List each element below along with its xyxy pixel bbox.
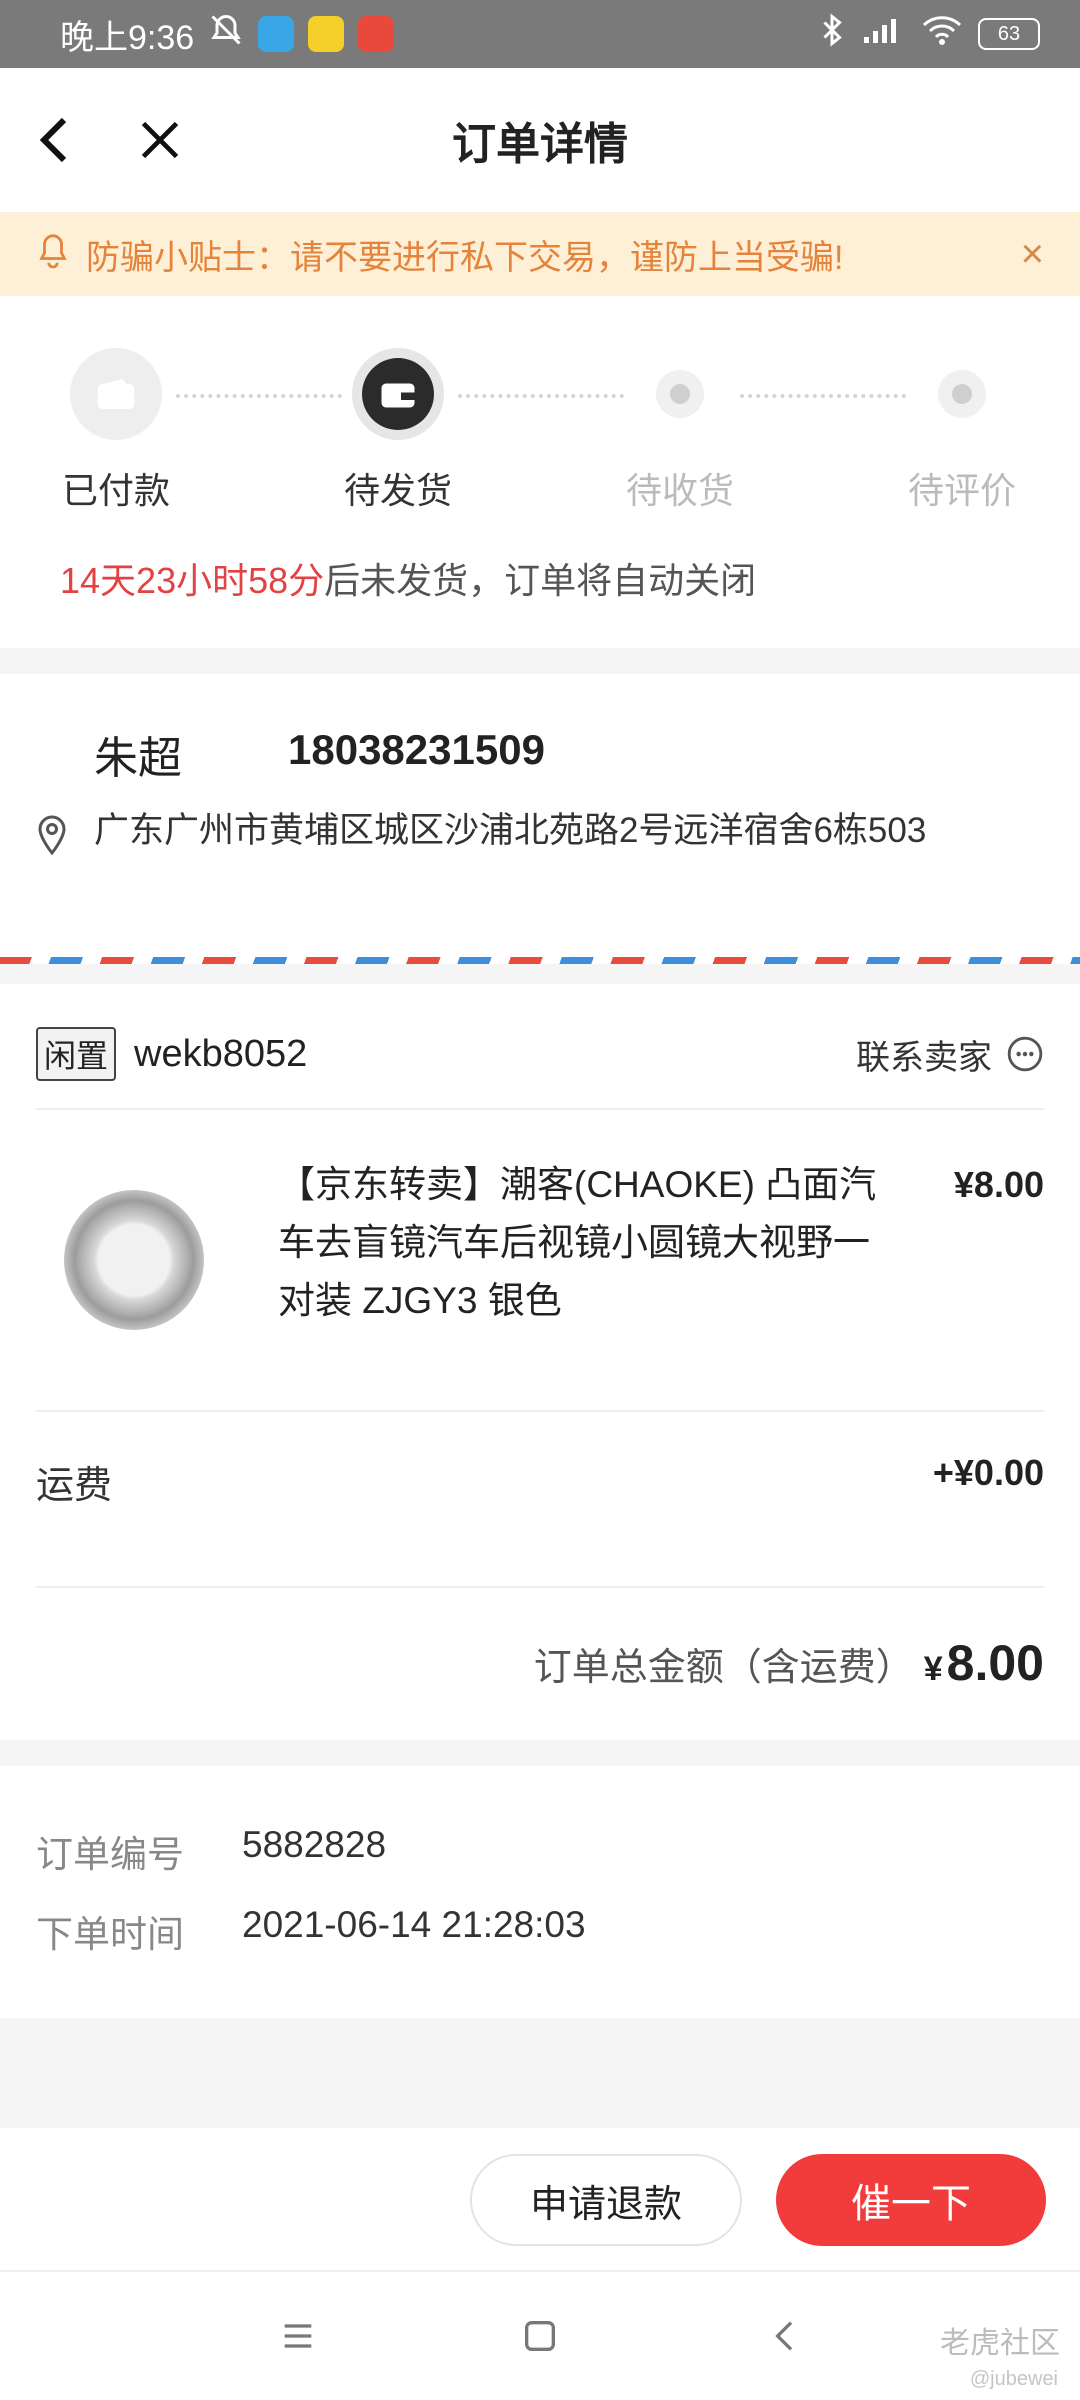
step-label: 待发货 [343,470,452,511]
step-paid: 已付款 [16,348,216,514]
divider [36,1108,1044,1110]
address-line: 广东广州市黄埔区城区沙浦北苑路2号远洋宿舍6栋503 [94,811,927,850]
menu-icon[interactable] [278,2316,318,2361]
notice-close-button[interactable]: × [1021,232,1044,277]
total-currency: ¥ [923,1650,943,1688]
step-label: 已付款 [61,470,170,511]
product-price: ¥8.00 [953,1164,1044,1205]
mute-icon [208,12,244,57]
chat-icon [1007,1036,1043,1072]
auto-close-countdown: 14天23小时58分后未发货，订单将自动关闭 [60,552,756,604]
wifi-icon [922,14,962,55]
countdown-text: 后未发货，订单将自动关闭 [324,560,757,601]
order-time-value: 2021-06-14 21:28:03 [242,1904,586,1945]
recipient-name: 朱超 [94,734,182,783]
battery-icon: 63 [978,18,1040,50]
seller-name[interactable]: wekb8052 [134,1033,307,1076]
order-time-label: 下单时间 [36,1914,184,1955]
countdown-time: 14天23小时58分 [60,560,325,601]
product-image[interactable] [64,1190,204,1330]
order-number-row: 订单编号 5882828 [36,1824,386,1878]
contact-seller-label: 联系卖家 [856,1038,992,1077]
total-amount: 8.00 [946,1635,1044,1691]
idle-tag: 闲置 [36,1027,117,1081]
status-time: 晚上9:36 [60,18,195,57]
order-number-value[interactable]: 5882828 [242,1824,386,1878]
watermark-user: @jubewei [969,2368,1058,2390]
close-icon [141,121,179,159]
order-card: 闲置 wekb8052 联系卖家 【京东转卖】潮客(CHAOKE) 凸面汽车去盲… [0,984,1080,1740]
step-label: 待评价 [907,470,1016,511]
shipping-label: 运费 [36,1465,113,1507]
location-pin-icon [34,814,70,861]
seller-row: 闲置 wekb8052 联系卖家 [36,1024,1044,1084]
status-bar: 晚上9:36 63 [0,0,1080,68]
system-navigation-bar: 老虎社区 @jubewei [0,2270,1080,2400]
back-nav-icon[interactable] [766,2316,806,2361]
contact-seller-button[interactable]: 联系卖家 [856,1030,1044,1079]
request-refund-button[interactable]: 申请退款 [470,2154,742,2246]
shipping-value: +¥0.00 [932,1452,1044,1493]
step-to-receive: 待收货 [580,348,780,514]
app-notification-icon [308,16,345,52]
anti-fraud-notice: 防骗小贴士：请不要进行私下交易，谨防上当受骗! × [0,212,1080,296]
divider [36,1410,1044,1412]
total-label: 订单总金额（含运费） [533,1647,914,1689]
back-button[interactable] [20,104,92,176]
divider [36,1586,1044,1588]
product-title[interactable]: 【京东转卖】潮客(CHAOKE) 凸面汽车去盲镜汽车后视镜小圆镜大视野一对装 Z… [278,1156,878,1330]
bell-icon [36,231,70,278]
shipping-address-card[interactable]: 朱超 18038231509 广东广州市黄埔区城区沙浦北苑路2号远洋宿舍6栋50… [0,674,1080,964]
notice-text: 防骗小贴士：请不要进行私下交易，谨防上当受骗! [86,238,844,277]
order-total: 订单总金额（含运费） ¥ 8.00 [534,1634,1044,1692]
order-time-row: 下单时间 2021-06-14 21:28:03 [36,1904,586,1958]
chevron-left-icon [39,117,67,163]
action-bar: 申请退款 催一下 [0,2128,1080,2270]
urge-shipping-button[interactable]: 催一下 [776,2154,1046,2246]
wallet-icon [352,348,444,440]
order-progress: 已付款 待发货 待收货 待评价 14天23小时58分后未发货，订单将自动关闭 [0,296,1080,648]
order-info: 订单编号 5882828 下单时间 2021-06-14 21:28:03 [0,1766,1080,2018]
pending-dot-icon [916,348,1008,440]
airmail-border [0,957,1080,964]
recipient-phone: 18038231509 [288,726,545,773]
close-button[interactable] [124,104,196,176]
bluetooth-icon [818,12,846,57]
header-bar: 订单详情 [0,68,1080,212]
pending-dot-icon [634,348,726,440]
step-to-review: 待评价 [862,348,1062,514]
step-label: 待收货 [625,470,734,511]
home-icon[interactable] [520,2316,560,2361]
signal-icon [862,15,906,54]
order-number-label: 订单编号 [36,1834,184,1875]
app-notification-icon [258,16,295,52]
step-to-ship: 待发货 [298,348,498,514]
app-notification-icon [358,16,395,52]
watermark-brand: 老虎社区 [940,2327,1060,2360]
wallet-icon [70,348,162,440]
